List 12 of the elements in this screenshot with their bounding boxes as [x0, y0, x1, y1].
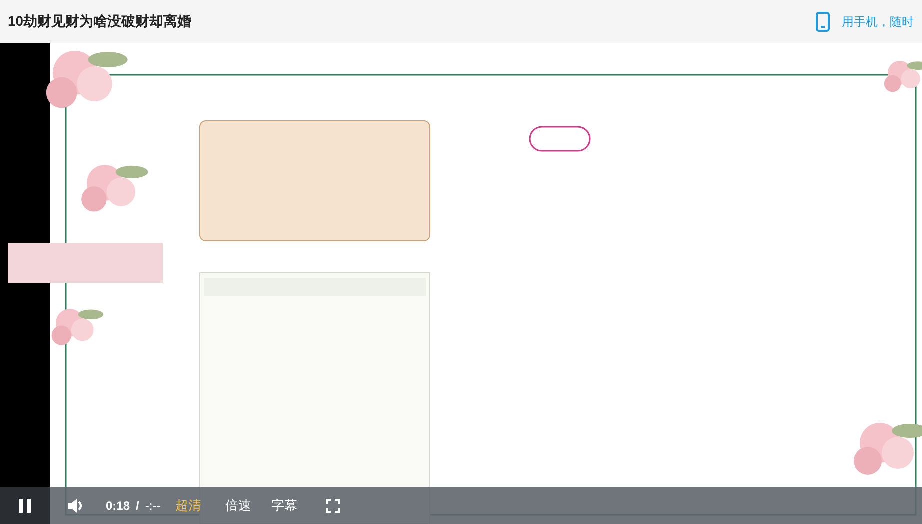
speed-button[interactable]: 倍速: [226, 496, 252, 516]
current-time: 0:18: [106, 498, 130, 514]
quality-button[interactable]: 超清: [176, 496, 202, 516]
fullscreen-icon[interactable]: [326, 498, 340, 512]
time-separator: /: [136, 498, 140, 514]
duration: -:--: [145, 498, 161, 514]
phone-icon: [816, 12, 830, 32]
mobile-link[interactable]: 用手机，随时: [842, 12, 914, 30]
video-title: 10劫财见财为啥没破财却离婚: [8, 12, 192, 31]
subtitles-button[interactable]: 字幕: [272, 496, 298, 516]
pause-icon[interactable]: [18, 498, 32, 514]
volume-icon[interactable]: [67, 498, 85, 514]
